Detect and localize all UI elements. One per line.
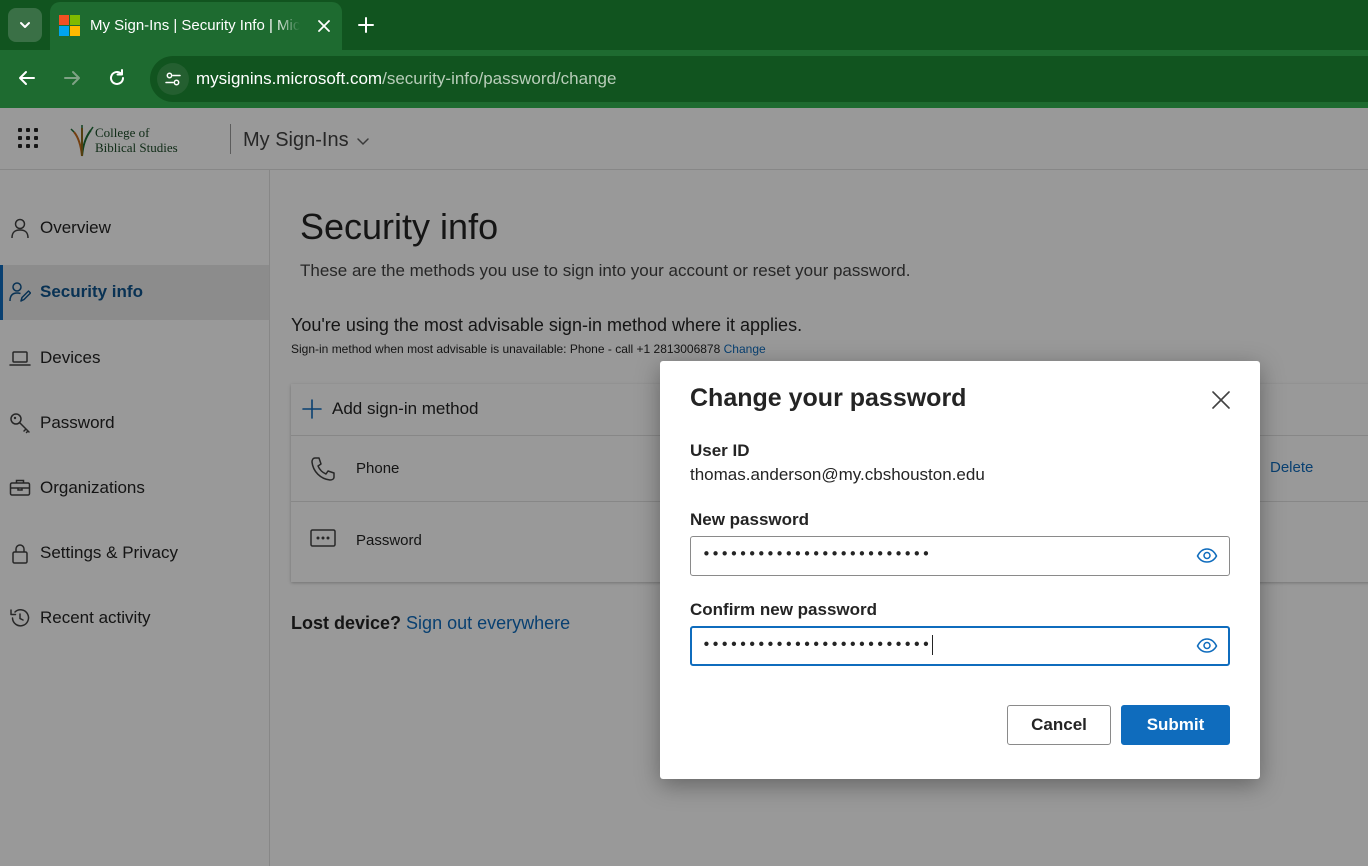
new-password-field[interactable]: ••••••••••••••••••••••••• — [690, 536, 1230, 576]
forward-button[interactable] — [56, 62, 88, 94]
tab-search-button[interactable] — [8, 8, 42, 42]
text-caret — [931, 635, 933, 655]
dialog-title: Change your password — [690, 384, 967, 412]
tune-icon — [165, 72, 181, 86]
microsoft-logo-icon — [59, 15, 80, 36]
confirm-password-label: Confirm new password — [690, 600, 878, 619]
forward-arrow-icon — [64, 71, 80, 85]
browser-toolbar: mysignins.microsoft.com/security-info/pa… — [0, 50, 1368, 108]
new-tab-button[interactable] — [352, 11, 380, 39]
user-id-label: User ID — [690, 441, 750, 460]
submit-button[interactable]: Submit — [1121, 705, 1230, 745]
cancel-button[interactable]: Cancel — [1007, 705, 1111, 745]
tab-close-button[interactable] — [312, 14, 336, 38]
address-bar[interactable]: mysignins.microsoft.com/security-info/pa… — [150, 56, 1368, 102]
reload-button[interactable] — [101, 62, 133, 94]
browser-tab[interactable]: My Sign-Ins | Security Info | Microsoft — [50, 2, 342, 50]
confirm-password-text: ••••••••••••••••••••••••• — [702, 635, 933, 655]
dialog-close-button[interactable] — [1208, 387, 1234, 413]
show-password-icon[interactable] — [1196, 636, 1218, 656]
plus-icon — [358, 17, 374, 33]
user-id-value: thomas.anderson@my.cbshouston.edu — [690, 465, 985, 484]
site-info-button[interactable] — [157, 63, 189, 95]
confirm-password-field[interactable]: ••••••••••••••••••••••••• — [690, 626, 1230, 666]
back-button[interactable] — [11, 62, 43, 94]
chevron-down-icon — [20, 22, 30, 28]
confirm-password-value: ••••••••••••••••••••••••• — [702, 635, 931, 654]
browser-tab-bar: My Sign-Ins | Security Info | Microsoft — [0, 0, 1368, 50]
url-path: /security-info/password/change — [382, 69, 617, 88]
new-password-label: New password — [690, 510, 810, 529]
new-password-value: ••••••••••••••••••••••••• — [702, 545, 931, 563]
change-password-dialog: Change your password User ID thomas.ande… — [660, 361, 1260, 779]
close-icon — [318, 20, 330, 32]
url-text: mysignins.microsoft.com/security-info/pa… — [196, 69, 616, 89]
url-host: mysignins.microsoft.com — [196, 69, 383, 88]
close-icon — [1212, 391, 1230, 409]
back-arrow-icon — [19, 71, 35, 85]
reload-icon — [110, 69, 124, 85]
show-password-icon[interactable] — [1196, 546, 1218, 566]
tab-title: My Sign-Ins | Security Info | Microsoft — [90, 17, 300, 34]
